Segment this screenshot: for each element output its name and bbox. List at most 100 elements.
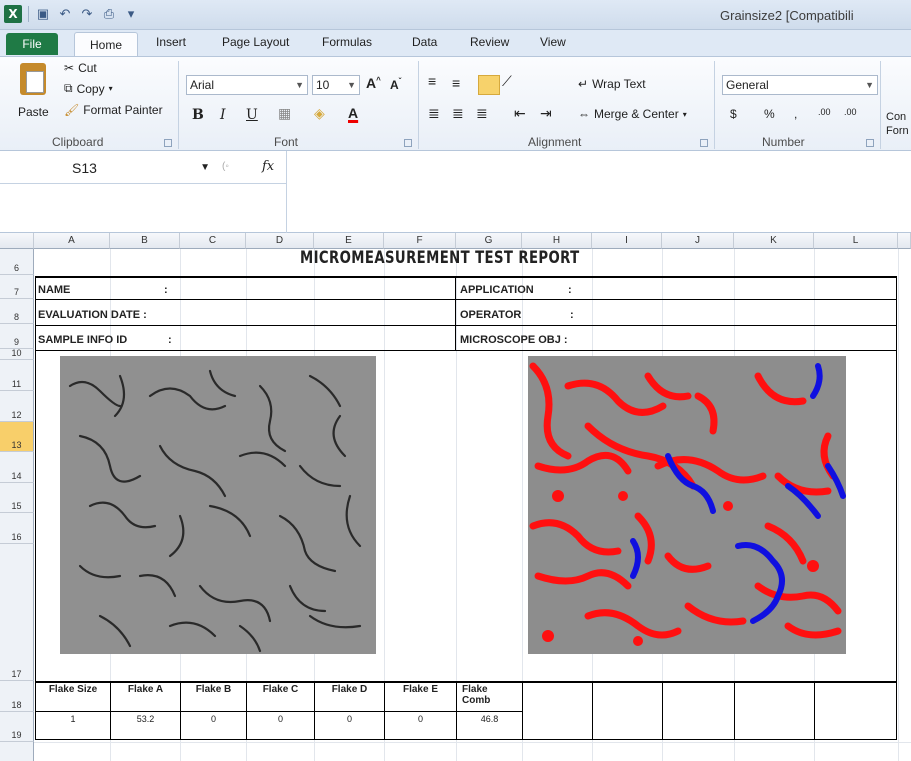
sample-info-label: SAMPLE INFO ID	[38, 334, 128, 346]
align-middle-icon[interactable]: ≡	[452, 75, 460, 91]
currency-button[interactable]: $	[730, 107, 737, 121]
row-header-7[interactable]: 7	[0, 275, 34, 299]
insert-function-button[interactable]: fx	[262, 159, 274, 174]
row-header-12[interactable]: 12	[0, 391, 34, 422]
header-flake-a: Flake A	[127, 684, 164, 695]
align-top-icon[interactable]: ≡	[428, 73, 436, 89]
font-launcher-icon[interactable]	[404, 139, 412, 147]
font-name-select[interactable]: Arial ▼	[186, 75, 308, 95]
tab-file[interactable]: File	[6, 33, 58, 55]
col-header-m[interactable]	[898, 233, 911, 249]
font-size-select[interactable]: 10 ▼	[312, 75, 360, 95]
value-flake-d: 0	[346, 714, 352, 724]
conditional-formatting-button[interactable]: Con	[886, 111, 906, 123]
tab-page-layout[interactable]: Page Layout	[222, 35, 289, 49]
bold-button[interactable]: B	[192, 107, 204, 123]
align-left-icon[interactable]: ≣	[428, 105, 440, 122]
paste-button[interactable]: Paste	[18, 105, 49, 119]
name-box[interactable]: S13 ▼	[4, 157, 218, 179]
number-launcher-icon[interactable]	[866, 139, 874, 147]
font-color-icon[interactable]: A	[348, 105, 358, 121]
tab-data[interactable]: Data	[412, 35, 437, 49]
qat-separator	[28, 6, 29, 22]
increase-indent-icon[interactable]: ⇥	[540, 105, 552, 122]
tab-insert[interactable]: Insert	[156, 35, 186, 49]
col-header-e[interactable]: E	[314, 233, 384, 249]
info-row-divider	[35, 299, 897, 300]
col-header-c[interactable]: C	[180, 233, 246, 249]
print-icon[interactable]: ⎙	[101, 6, 117, 22]
format-painter-button[interactable]: 🖌 Format Painter	[64, 103, 163, 117]
decrease-indent-icon[interactable]: ⇤	[514, 105, 526, 122]
row-header-15[interactable]: 15	[0, 483, 34, 513]
tab-formulas[interactable]: Formulas	[322, 35, 372, 49]
row-header-8[interactable]: 8	[0, 299, 34, 324]
copy-button[interactable]: ⧉ Copy ▾	[64, 81, 113, 96]
tab-home[interactable]: Home	[74, 32, 138, 57]
decrease-decimal-button[interactable]: .00	[844, 107, 857, 117]
percent-button[interactable]: %	[764, 107, 775, 121]
header-flake-e: Flake E	[402, 684, 439, 695]
col-header-a[interactable]: A	[34, 233, 110, 249]
tab-review[interactable]: Review	[470, 35, 509, 49]
sample-info-colon: :	[168, 334, 172, 346]
number-format-select[interactable]: General ▼	[722, 75, 878, 95]
row-header-13[interactable]: 13	[0, 422, 34, 452]
scissors-icon: ✂	[64, 61, 75, 75]
col-header-i[interactable]: I	[592, 233, 662, 249]
undo-icon[interactable]: ↶	[57, 6, 73, 22]
row-header-19[interactable]: 19	[0, 712, 34, 742]
customize-qat-icon[interactable]: ▾	[123, 6, 139, 22]
header-flake-c: Flake C	[262, 684, 299, 695]
align-right-icon[interactable]: ≣	[476, 105, 488, 122]
col-header-d[interactable]: D	[246, 233, 314, 249]
row-header-6[interactable]: 6	[0, 249, 34, 275]
col-header-f[interactable]: F	[384, 233, 456, 249]
align-bottom-button[interactable]	[478, 75, 500, 95]
excel-logo-icon[interactable]: X	[4, 5, 22, 23]
clipboard-launcher-icon[interactable]	[164, 139, 172, 147]
save-icon[interactable]: ▣	[35, 6, 51, 22]
cut-button[interactable]: ✂ Cut	[64, 61, 97, 75]
col-header-g[interactable]: G	[456, 233, 522, 249]
align-center-icon[interactable]: ≣	[452, 105, 464, 122]
col-header-b[interactable]: B	[110, 233, 180, 249]
quick-access-toolbar: X ▣ ↶ ↷ ⎙ ▾	[4, 5, 139, 23]
row-header-18[interactable]: 18	[0, 681, 34, 712]
comma-button[interactable]: ,	[794, 107, 797, 121]
gridline	[898, 249, 899, 761]
brush-icon: 🖌	[64, 103, 80, 117]
tab-view[interactable]: View	[540, 35, 566, 49]
redo-icon[interactable]: ↷	[79, 6, 95, 22]
increase-decimal-button[interactable]: .00	[818, 107, 831, 117]
row-header-20[interactable]	[0, 742, 34, 761]
col-header-h[interactable]: H	[522, 233, 592, 249]
col-header-k[interactable]: K	[734, 233, 814, 249]
select-all-corner[interactable]	[0, 233, 34, 249]
shrink-font-icon[interactable]: Aˇ	[390, 77, 401, 92]
row-header-14[interactable]: 14	[0, 452, 34, 483]
row-header-10[interactable]: 10	[0, 348, 34, 360]
col-header-j[interactable]: J	[662, 233, 734, 249]
merge-center-button[interactable]: ⇔ Merge & Center ▾	[578, 107, 687, 121]
borders-icon[interactable]: ▦	[278, 105, 291, 122]
grow-font-icon[interactable]: A^	[366, 75, 381, 91]
row-header-16[interactable]: 16	[0, 513, 34, 544]
gridline	[34, 742, 911, 743]
row-header-11[interactable]: 11	[0, 360, 34, 391]
col-header-l[interactable]: L	[814, 233, 898, 249]
format-as-table-button[interactable]: Forn	[886, 125, 909, 137]
row-header-17[interactable]: 17	[0, 544, 34, 681]
fill-color-icon[interactable]: ◈	[314, 105, 325, 122]
cancel-icon[interactable]: (◦	[222, 161, 229, 172]
paste-icon[interactable]	[20, 63, 46, 95]
formula-input[interactable]	[290, 157, 905, 227]
italic-button[interactable]: I	[220, 107, 226, 123]
orientation-icon[interactable]: ⟋	[502, 73, 512, 90]
flake-col-divider	[456, 681, 457, 740]
underline-button[interactable]: U	[246, 107, 258, 123]
alignment-launcher-icon[interactable]	[700, 139, 708, 147]
row-header-9[interactable]: 9	[0, 324, 34, 349]
wrap-text-button[interactable]: ↵ Wrap Text	[578, 77, 646, 91]
chevron-down-icon[interactable]: ▼	[200, 157, 210, 179]
